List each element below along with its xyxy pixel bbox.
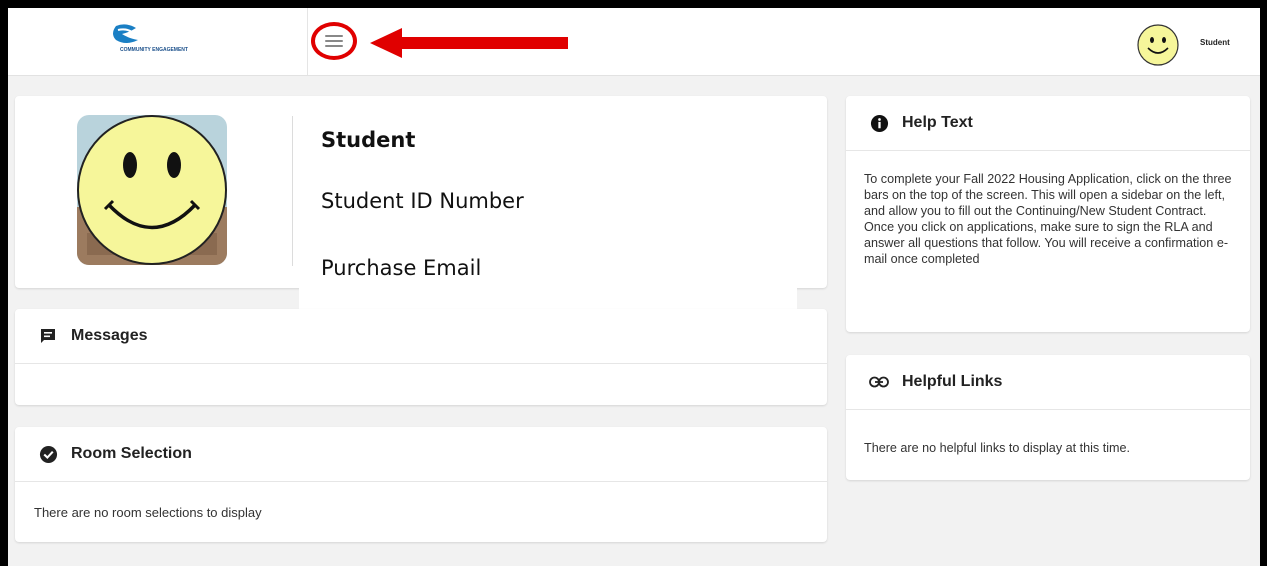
help-text-title: Help Text [902, 114, 973, 131]
check-circle-icon [37, 443, 59, 465]
user-name[interactable]: Student [1200, 38, 1230, 47]
message-icon [37, 325, 59, 347]
student-id-number: Student ID Number [321, 189, 524, 213]
helpful-links-empty-text: There are no helpful links to display at… [864, 441, 1130, 455]
logo-text: COMMUNITY ENGAGEMENT [120, 47, 188, 53]
app-window: COMMUNITY ENGAGEMENT Student Student Stu… [8, 8, 1260, 566]
helpful-links-header: Helpful Links [846, 355, 1250, 410]
top-navbar: COMMUNITY ENGAGEMENT Student [8, 8, 1260, 76]
help-text-card: Help Text To complete your Fall 2022 Hou… [846, 96, 1250, 332]
profile-info-panel: Student Student ID Number Purchase Email [299, 96, 797, 321]
help-text-body: To complete your Fall 2022 Housing Appli… [864, 172, 1232, 266]
room-selection-header: Room Selection [15, 427, 827, 482]
messages-card: Messages [15, 309, 827, 405]
messages-title: Messages [71, 327, 148, 344]
helpful-links-card: Helpful Links There are no helpful links… [846, 355, 1250, 480]
header-divider [307, 8, 308, 75]
messages-header: Messages [15, 309, 827, 364]
red-arrow-annotation [370, 28, 568, 58]
room-selection-card: Room Selection There are no room selecti… [15, 427, 827, 542]
profile-card: Student Student ID Number Purchase Email [15, 96, 827, 321]
profile-divider [292, 116, 293, 266]
helpful-links-title: Helpful Links [902, 373, 1003, 390]
student-name: Student [321, 128, 416, 152]
purchase-email: Purchase Email [321, 256, 482, 280]
help-text-header: Help Text [846, 96, 1250, 151]
hamburger-menu-icon [325, 32, 343, 50]
hamburger-menu-button[interactable] [311, 22, 357, 60]
room-selection-title: Room Selection [71, 445, 192, 462]
info-icon [868, 112, 890, 134]
profile-photo [77, 115, 227, 265]
link-icon [868, 371, 890, 393]
room-selection-empty-text: There are no room selections to display [34, 505, 262, 520]
user-avatar[interactable] [1136, 23, 1180, 67]
organization-logo[interactable]: COMMUNITY ENGAGEMENT [100, 20, 210, 64]
